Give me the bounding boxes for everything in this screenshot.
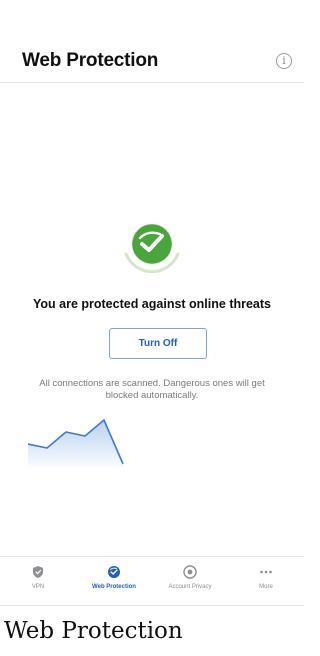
account-privacy-eye-icon: [183, 565, 197, 579]
tab-label: Account Privacy: [168, 584, 212, 590]
tab-label: More: [259, 584, 273, 590]
vpn-shield-icon: [33, 566, 43, 578]
web-protection-globe-icon: [108, 566, 120, 578]
activity-chart: [28, 419, 124, 468]
tab-more[interactable]: More: [228, 557, 304, 605]
status-title: You are protected against online threats: [32, 297, 271, 311]
screenshot-caption: Web Protection: [4, 618, 183, 644]
info-button[interactable]: i: [276, 53, 292, 69]
tab-label: Web Protection: [92, 584, 136, 590]
page-title: Web Protection: [22, 50, 159, 71]
status-description: All connections are scanned. Dangerous o…: [39, 378, 265, 401]
more-dots-icon: [260, 570, 272, 574]
header: Web Protection i: [0, 0, 304, 83]
tab-web-protection[interactable]: Web Protection: [76, 557, 152, 605]
tab-vpn[interactable]: VPN: [0, 557, 76, 605]
shield-check-icon: [124, 223, 180, 274]
turn-off-button[interactable]: Turn Off: [109, 328, 207, 359]
protection-status-icon: [116, 214, 188, 286]
app-screen: Web Protection i You are protected again…: [0, 0, 304, 606]
tab-label: VPN: [31, 584, 45, 590]
tab-bar: VPN Web Protection Account Privacy More: [0, 556, 304, 606]
tab-account-privacy[interactable]: Account Privacy: [152, 557, 228, 605]
chart-area-fill: [28, 420, 123, 468]
